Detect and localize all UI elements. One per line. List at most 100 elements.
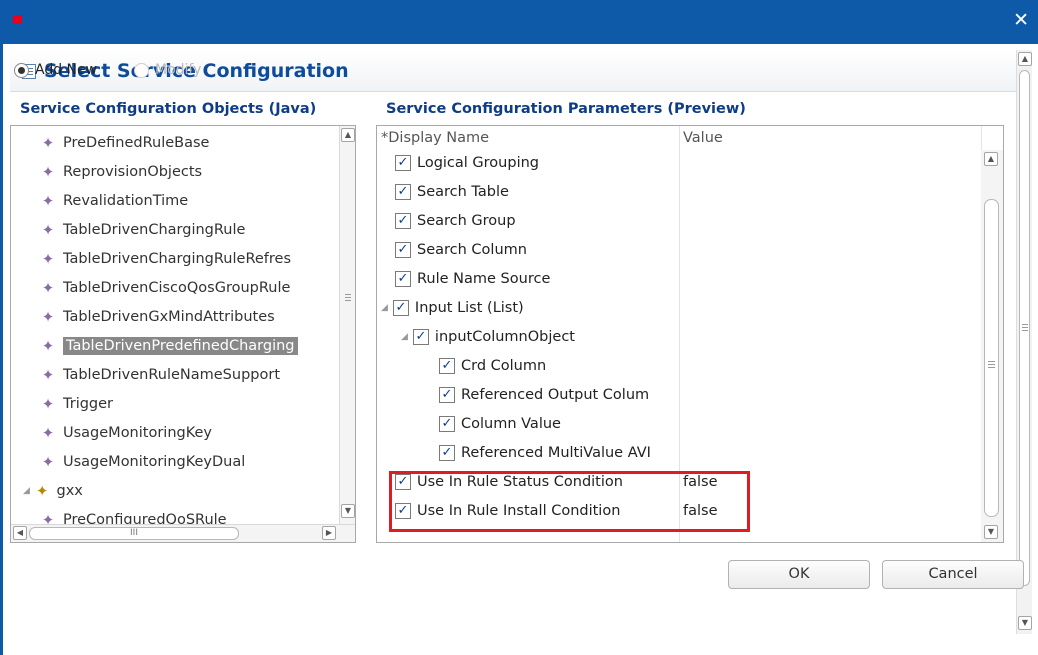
- column-header-display-name[interactable]: *Display Name: [377, 126, 489, 150]
- scroll-up-icon[interactable]: ▲: [1018, 52, 1032, 66]
- expand-triangle-icon[interactable]: ◢: [401, 332, 408, 342]
- class-icon: ✦: [41, 221, 55, 239]
- tree-item[interactable]: ✦ ReprovisionObjects: [41, 160, 202, 184]
- radio-selected-icon: [14, 62, 29, 78]
- dialog-scrollbar[interactable]: ▲ ▼: [1016, 50, 1032, 634]
- column-header-value[interactable]: Value: [679, 126, 723, 150]
- tree-item-label: PreDefinedRuleBase: [63, 135, 210, 151]
- scrollbar-thumb[interactable]: [984, 199, 999, 517]
- param-row[interactable]: ✓ Referenced MultiValue AVI: [377, 438, 981, 467]
- tree-horizontal-scrollbar[interactable]: ◀ III ▶: [11, 524, 355, 542]
- param-row[interactable]: ✓ Search Table: [377, 177, 981, 206]
- tree-item-label: TableDrivenChargingRule: [63, 222, 246, 238]
- tree-item[interactable]: ✦ TableDrivenChargingRuleRefres: [41, 247, 291, 271]
- radio-add-new[interactable]: Add New: [14, 62, 97, 78]
- class-icon: ✦: [41, 192, 55, 210]
- app-icon: [13, 15, 22, 24]
- param-name: Search Table: [417, 183, 509, 200]
- param-checkbox[interactable]: ✓: [439, 444, 455, 461]
- scroll-right-icon[interactable]: ▶: [322, 526, 336, 540]
- tree-item[interactable]: ✦ TableDrivenGxMindAttributes: [41, 305, 275, 329]
- param-checkbox[interactable]: ✓: [395, 154, 411, 171]
- param-checkbox[interactable]: ✓: [412, 328, 429, 345]
- tree-item-label: TableDrivenRuleNameSupport: [63, 367, 281, 383]
- param-checkbox[interactable]: ✓: [395, 241, 411, 258]
- param-row[interactable]: ◢ ✓ inputColumnObject: [377, 322, 981, 351]
- tree-item[interactable]: ✦ RevalidationTime: [41, 189, 189, 213]
- cancel-button[interactable]: Cancel: [882, 560, 1024, 589]
- scroll-up-icon[interactable]: ▲: [984, 152, 998, 166]
- close-icon[interactable]: ✕: [1013, 10, 1029, 30]
- param-checkbox[interactable]: ✓: [395, 212, 411, 229]
- scrollbar-thumb[interactable]: [1019, 70, 1030, 586]
- param-name: Input List (List): [414, 299, 524, 316]
- expand-triangle-icon[interactable]: ◢: [23, 486, 30, 496]
- param-row[interactable]: ✓ Search Column: [377, 235, 981, 264]
- radio-add-new-label: Add New: [35, 62, 98, 78]
- radio-unselected-icon: [134, 62, 149, 78]
- param-row[interactable]: ✓ Referenced Output Colum: [377, 380, 981, 409]
- class-icon: ✦: [41, 366, 55, 384]
- param-row[interactable]: ✓ Crd Column: [377, 351, 981, 380]
- tree-item[interactable]: ✦ Trigger: [41, 392, 113, 416]
- tree-item-label: UsageMonitoringKeyDual: [63, 454, 246, 470]
- tree-item-label: TableDrivenChargingRuleRefres: [63, 251, 292, 267]
- class-icon: ✦: [41, 337, 55, 355]
- param-row[interactable]: ✓ Logical Grouping: [377, 148, 981, 177]
- tree-vertical-scrollbar[interactable]: ▲ ▼: [339, 126, 355, 524]
- tree-item-label: Trigger: [63, 396, 114, 412]
- class-icon: ✦: [41, 308, 55, 326]
- table-vertical-scrollbar[interactable]: ▲ ▼: [981, 150, 1003, 542]
- param-name: Search Column: [417, 241, 527, 258]
- param-name: inputColumnObject: [434, 328, 575, 345]
- tree-item[interactable]: ✦ TableDrivenRuleNameSupport: [41, 363, 280, 387]
- class-icon: ✦: [41, 134, 55, 152]
- tree-item[interactable]: ✦ TableDrivenChargingRule: [41, 218, 246, 242]
- param-checkbox[interactable]: ✓: [395, 270, 411, 287]
- scroll-left-icon[interactable]: ◀: [13, 526, 27, 540]
- tree-item[interactable]: ✦ PreDefinedRuleBase: [41, 131, 210, 155]
- param-name: Logical Grouping: [417, 154, 539, 171]
- class-icon: ✦: [41, 250, 55, 268]
- hscroll-thumb[interactable]: III: [29, 527, 239, 540]
- scroll-down-icon[interactable]: ▼: [984, 525, 998, 539]
- scroll-down-icon[interactable]: ▼: [1018, 616, 1032, 630]
- class-icon: ✦: [41, 279, 55, 297]
- tree-item[interactable]: ✦ TableDrivenCiscoQosGroupRule: [41, 276, 291, 300]
- scroll-grip: [988, 361, 995, 362]
- param-checkbox[interactable]: ✓: [439, 386, 455, 403]
- param-name: Referenced Output Colum: [461, 386, 650, 403]
- params-section-title: Service Configuration Parameters (Previe…: [386, 101, 746, 117]
- class-icon: ✦: [41, 395, 55, 413]
- param-checkbox[interactable]: ✓: [395, 183, 411, 200]
- param-checkbox[interactable]: ✓: [439, 415, 455, 432]
- param-name: Column Value: [461, 415, 561, 432]
- window-border: [0, 44, 3, 655]
- param-row[interactable]: ✓ Rule Name Source: [377, 264, 981, 293]
- param-checkbox[interactable]: ✓: [392, 299, 409, 316]
- scroll-down-icon[interactable]: ▼: [341, 504, 355, 518]
- tree-item-label: TableDrivenGxMindAttributes: [63, 309, 275, 325]
- window-titlebar: ✕: [0, 0, 1038, 44]
- param-checkbox[interactable]: ✓: [439, 357, 455, 374]
- class-icon: ✦: [41, 453, 55, 471]
- tree-item-label: gxx: [56, 483, 83, 499]
- objects-tree[interactable]: ✦ PreDefinedRuleBase ✦ ReprovisionObjects ✦ R…: [10, 125, 356, 543]
- tree-item-label: TableDrivenPredefinedCharging: [63, 337, 298, 355]
- param-name: Rule Name Source: [417, 270, 551, 287]
- scroll-up-icon[interactable]: ▲: [341, 128, 355, 142]
- tree-item[interactable]: ✦ TableDrivenPredefinedCharging: [41, 334, 298, 358]
- param-name: Search Group: [417, 212, 516, 229]
- ok-button[interactable]: OK: [728, 560, 870, 589]
- class-icon: ✦: [41, 163, 55, 181]
- tree-item[interactable]: ✦ UsageMonitoringKeyDual: [41, 450, 246, 474]
- tree-item-label: RevalidationTime: [63, 193, 189, 209]
- param-row[interactable]: ◢ ✓ Input List (List): [377, 293, 981, 322]
- param-row[interactable]: ✓ Column Value: [377, 409, 981, 438]
- objects-section-title: Service Configuration Objects (Java): [20, 101, 317, 117]
- tree-item[interactable]: ✦ UsageMonitoringKey: [41, 421, 212, 445]
- expand-triangle-icon[interactable]: ◢: [381, 303, 388, 313]
- param-name: Crd Column: [461, 357, 547, 374]
- param-row[interactable]: ✓ Search Group: [377, 206, 981, 235]
- tree-package-item[interactable]: ◢ ✦ gxx: [23, 479, 83, 503]
